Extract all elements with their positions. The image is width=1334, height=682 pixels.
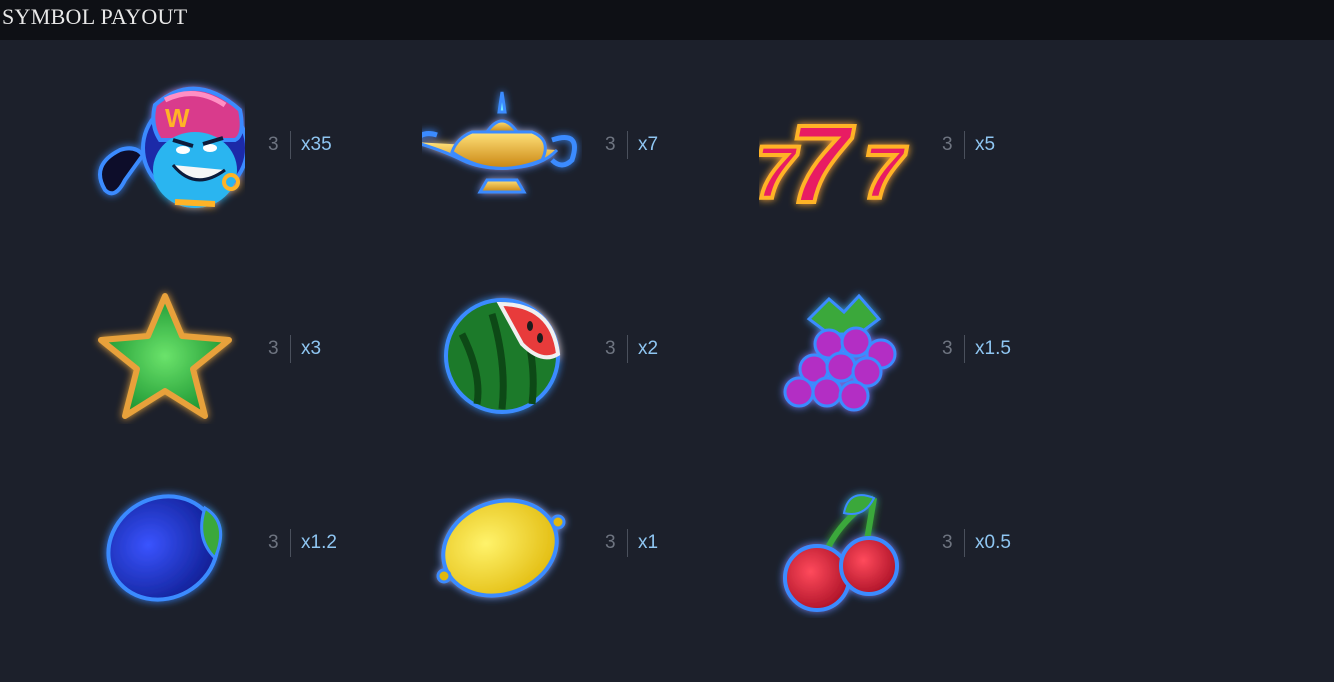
symbol-multiplier: x7 [638,134,659,155]
divider [290,529,291,557]
payout-info: 3 x7 [605,130,658,160]
divider [964,131,965,159]
symbol-multiplier: x0.5 [975,532,1011,553]
symbol-payout-panel: W 3 x35 3 x7 7 7 7 3 x5 3 x3 3 x2 3 x1.5… [0,40,1334,682]
symbol-star: 3 x3 [85,274,415,424]
divider [964,529,965,557]
header-bar: SYMBOL PAYOUT [0,0,1334,40]
symbol-count: 3 [942,338,953,359]
payout-info: 3 x5 [942,130,995,160]
symbol-multiplier: x5 [975,134,996,155]
lemon-icon [422,468,582,618]
payout-info: 3 x1.5 [942,334,1011,364]
payout-info: 3 x1.2 [268,528,337,558]
lamp-icon [422,70,582,220]
symbol-lamp: 3 x7 [422,70,752,220]
grapes-icon [759,274,919,424]
divider [290,131,291,159]
symbol-multiplier: x35 [301,134,332,155]
symbol-count: 3 [942,134,953,155]
payout-info: 3 x3 [268,334,321,364]
payout-info: 3 x1 [605,528,658,558]
star-icon [85,274,245,424]
symbol-plum: 3 x1.2 [85,468,415,618]
symbol-count: 3 [268,134,279,155]
svg-text:W: W [165,103,190,133]
payout-info: 3 x2 [605,334,658,364]
symbol-watermelon: 3 x2 [422,274,752,424]
symbol-count: 3 [942,532,953,553]
symbol-genie: W 3 x35 [85,70,415,220]
symbol-cherry: 3 x0.5 [759,468,1089,618]
symbol-grapes: 3 x1.5 [759,274,1089,424]
page-title: SYMBOL PAYOUT [2,4,188,29]
symbol-multiplier: x3 [301,338,322,359]
divider [627,131,628,159]
symbol-count: 3 [605,134,616,155]
plum-icon [85,468,245,618]
divider [627,335,628,363]
symbol-multiplier: x1 [638,532,659,553]
symbol-multiplier: x1.2 [301,532,337,553]
payout-info: 3 x35 [268,130,332,160]
symbol-count: 3 [605,338,616,359]
symbol-multiplier: x2 [638,338,659,359]
divider [290,335,291,363]
watermelon-icon [422,274,582,424]
symbol-count: 3 [605,532,616,553]
genie-icon: W [85,70,245,220]
divider [964,335,965,363]
triple-seven-icon: 7 7 7 [759,70,919,220]
symbol-multiplier: x1.5 [975,338,1011,359]
symbol-count: 3 [268,532,279,553]
cherry-icon [759,468,919,618]
divider [627,529,628,557]
svg-text:7: 7 [789,103,855,220]
symbol-count: 3 [268,338,279,359]
svg-text:7: 7 [863,131,908,214]
symbol-lemon: 3 x1 [422,468,752,618]
payout-info: 3 x0.5 [942,528,1011,558]
symbol-sevens: 7 7 7 3 x5 [759,70,1089,220]
